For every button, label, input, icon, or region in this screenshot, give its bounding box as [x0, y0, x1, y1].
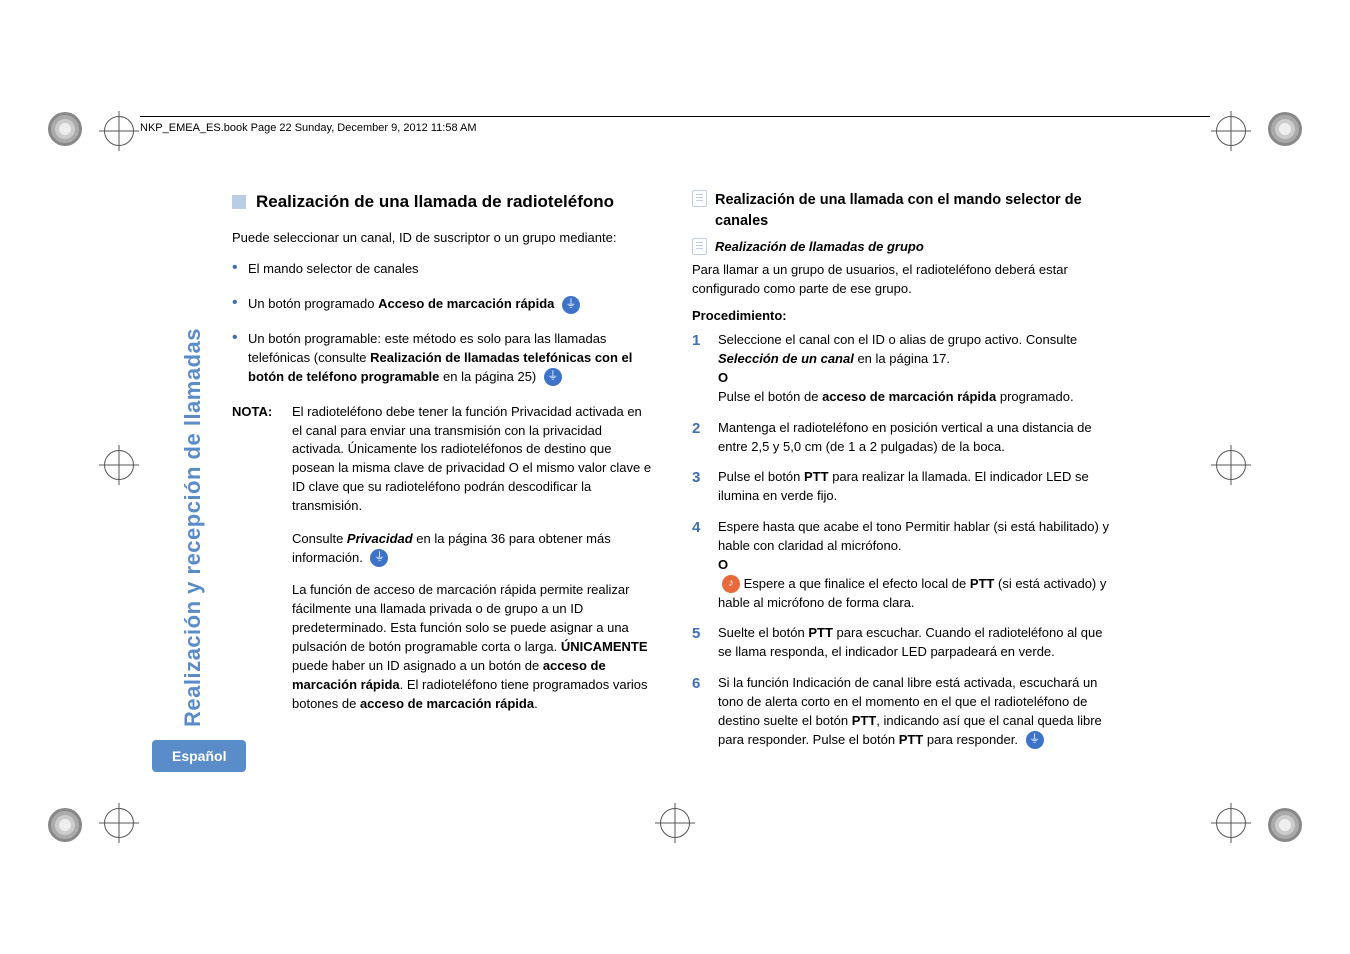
section-heading-text: Realización de una llamada de radioteléf… [256, 190, 614, 215]
note-label: NOTA: [232, 403, 292, 714]
note-text: El radioteléfono debe tener la función P… [292, 403, 652, 516]
printer-mark-reg [104, 808, 134, 838]
bullet-programmable: Un botón programable: este método es sol… [232, 330, 652, 387]
step: Mantenga el radioteléfono en posición ve… [692, 419, 1112, 457]
doc-icon [692, 190, 707, 207]
subsection-heading: Realización de una llamada con el mando … [692, 190, 1112, 232]
printer-mark-sun [1268, 112, 1302, 146]
intro-text: Para llamar a un grupo de usuarios, el r… [692, 261, 1112, 299]
step: Si la función Indicación de canal libre … [692, 674, 1112, 749]
section-marker-icon [232, 195, 246, 209]
printer-mark-reg [104, 450, 134, 480]
side-chapter-title: Realización y recepción de llamadas [177, 328, 209, 727]
intro-text: Puede seleccionar un canal, ID de suscri… [232, 229, 652, 248]
note-block: NOTA: El radioteléfono debe tener la fun… [232, 403, 652, 714]
step: Suelte el botón PTT para escuchar. Cuand… [692, 624, 1112, 662]
step: Pulse el botón PTT para realizar la llam… [692, 468, 1112, 506]
printer-mark-sun [48, 112, 82, 146]
antenna-icon: ⏚ [562, 296, 580, 314]
bullet-quick-dial: Un botón programado Acceso de marcación … [232, 295, 652, 314]
procedure-label: Procedimiento: [692, 308, 787, 323]
antenna-icon: ⏚ [370, 549, 388, 567]
printer-mark-sun [48, 808, 82, 842]
note-text: Consulte Privacidad en la página 36 para… [292, 530, 652, 568]
doc-icon [692, 238, 707, 255]
section-heading: Realización de una llamada de radioteléf… [232, 190, 652, 215]
printer-mark-sun [1268, 808, 1302, 842]
ear-icon: ♪ [722, 575, 740, 593]
right-column: Realización de una llamada con el mando … [692, 190, 1112, 761]
step: Seleccione el canal con el ID o alias de… [692, 331, 1112, 406]
printer-mark-reg [660, 808, 690, 838]
subsection-subheading: Realización de llamadas de grupo [692, 238, 1112, 257]
note-text: La función de acceso de marcación rápida… [292, 581, 652, 713]
step: Espere hasta que acabe el tono Permitir … [692, 518, 1112, 612]
bullet-channel-selector: El mando selector de canales [232, 260, 652, 279]
printer-mark-reg [104, 116, 134, 146]
printer-mark-reg [1216, 116, 1246, 146]
left-column: Realización de una llamada de radioteléf… [232, 190, 652, 761]
header-text: NKP_EMEA_ES.book Page 22 Sunday, Decembe… [140, 122, 477, 134]
antenna-icon: ⏚ [544, 368, 562, 386]
printer-mark-reg [1216, 808, 1246, 838]
antenna-icon: ⏚ [1026, 731, 1044, 749]
page-header-line: NKP_EMEA_ES.book Page 22 Sunday, Decembe… [140, 116, 1210, 137]
printer-mark-reg [1216, 450, 1246, 480]
